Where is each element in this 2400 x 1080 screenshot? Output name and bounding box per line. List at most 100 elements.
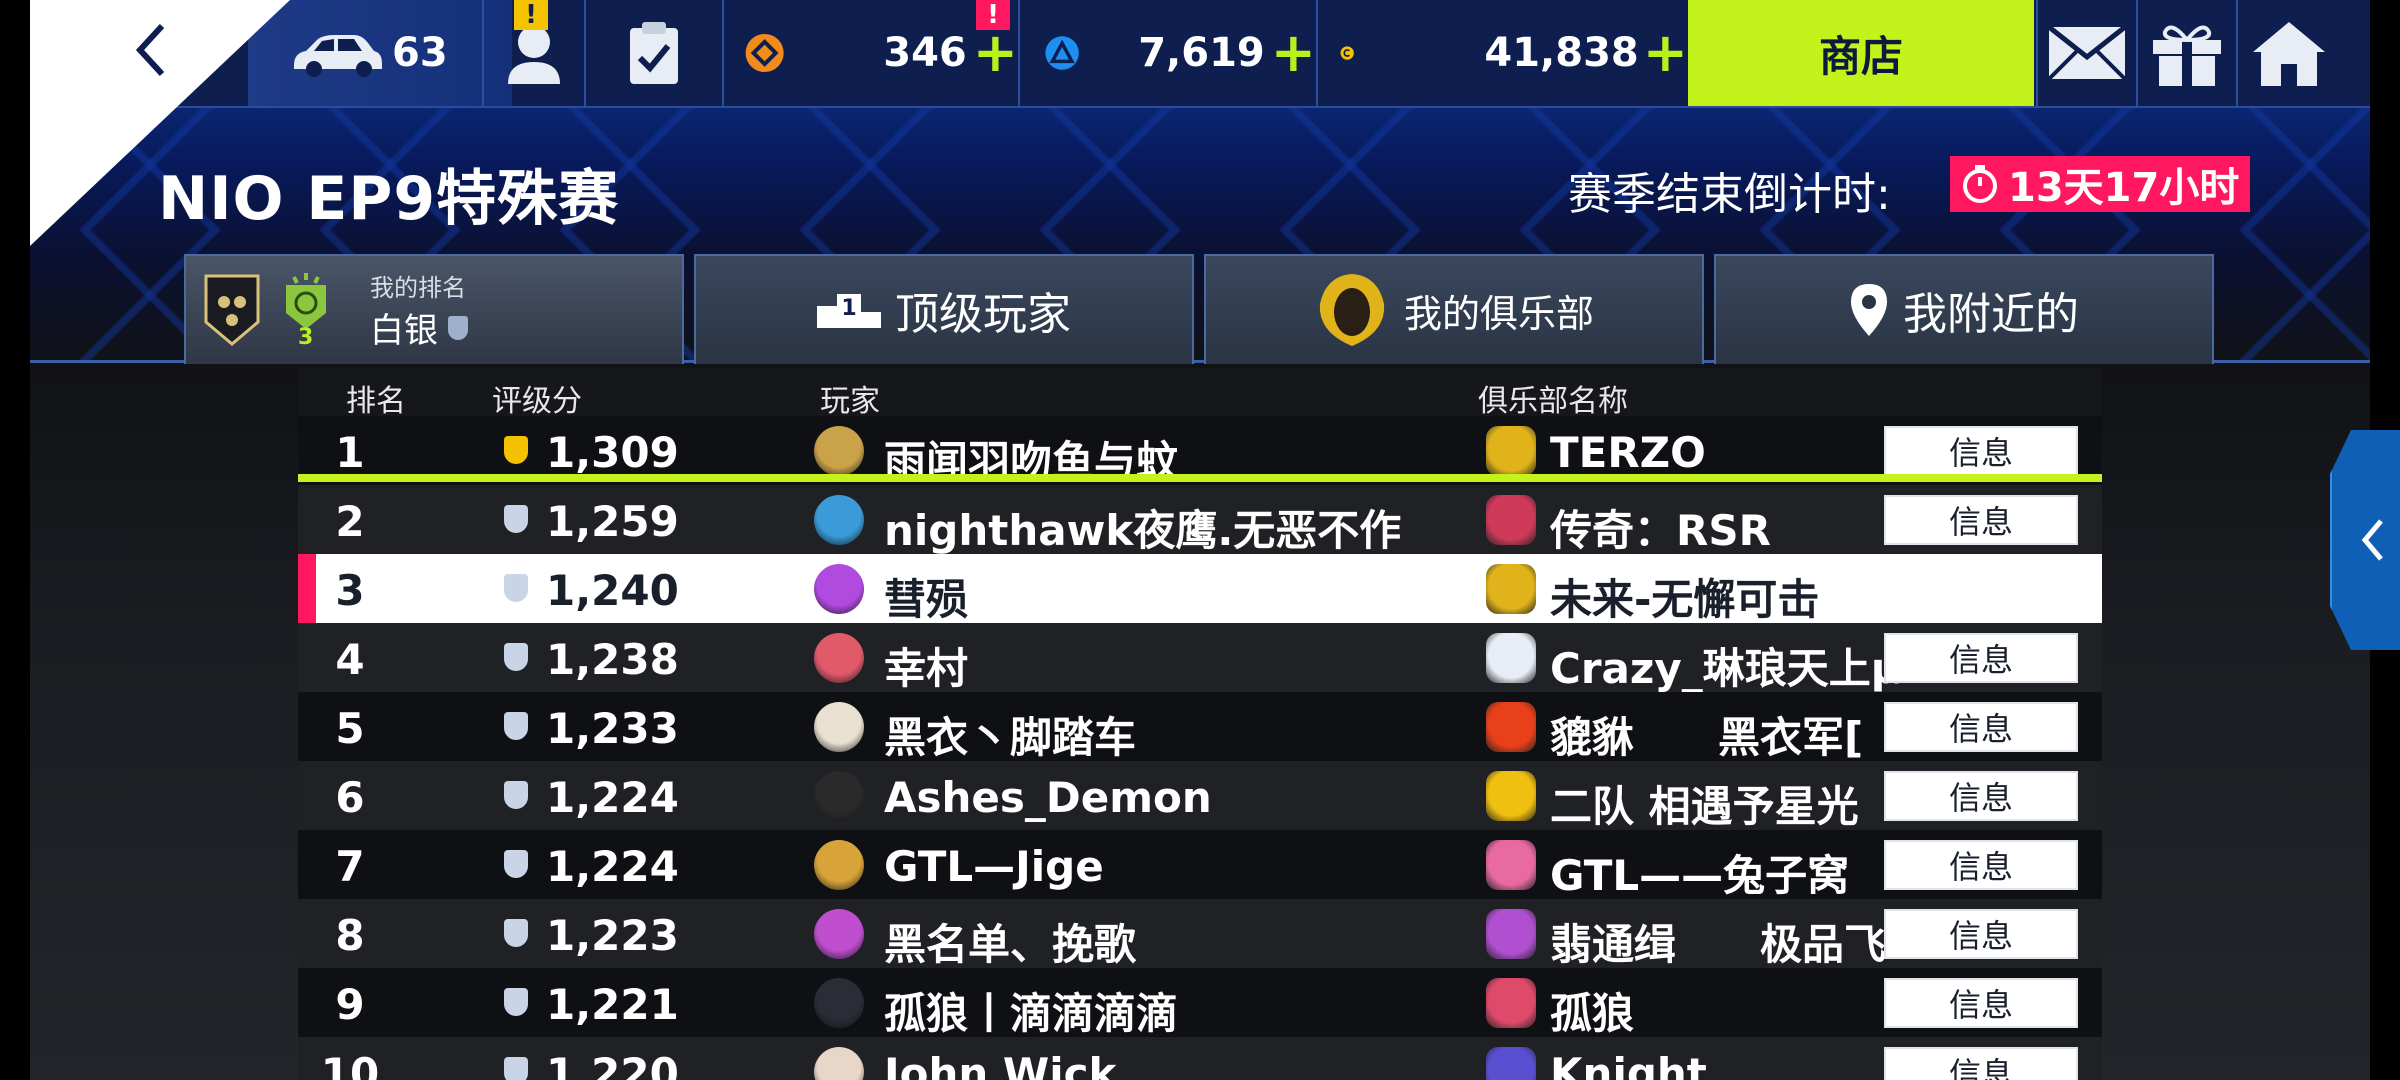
side-panel-toggle[interactable] bbox=[2330, 430, 2400, 650]
rating-shield-icon bbox=[504, 712, 528, 740]
table-row[interactable]: 7 1,224 GTL—Jige GTL——兔子窝 信息 bbox=[298, 830, 2102, 900]
profile-button[interactable]: ! bbox=[482, 0, 584, 106]
location-pin-icon bbox=[1851, 284, 1887, 336]
token-counter[interactable]: 346 + ! bbox=[722, 0, 1018, 106]
info-button[interactable]: 信息 bbox=[1884, 702, 2078, 752]
row-club-name: Crazy_琳琅天上μ bbox=[1550, 644, 1902, 693]
row-score: 1,220 bbox=[546, 1049, 679, 1080]
header-rank: 排名 bbox=[346, 384, 406, 419]
row-score: 1,233 bbox=[546, 704, 679, 753]
row-club-name: TERZO bbox=[1550, 428, 1706, 477]
club-avatar bbox=[1486, 840, 1536, 890]
table-row[interactable]: 5 1,233 黑衣丶脚踏车 貔貅 黑衣军[信息 bbox=[298, 692, 2102, 762]
token-add-button[interactable]: + bbox=[973, 26, 1018, 80]
chevron-left-icon bbox=[135, 23, 165, 77]
info-button[interactable]: 信息 bbox=[1884, 495, 2078, 545]
tokens-alert-badge: ! bbox=[976, 0, 1010, 30]
home-icon bbox=[2253, 22, 2325, 86]
rating-shield-icon bbox=[504, 988, 528, 1016]
table-row[interactable]: 8 1,223 黑名单、挽歌 翡通缉 极品飞车 信息 bbox=[298, 899, 2102, 969]
back-button[interactable] bbox=[120, 20, 180, 80]
table-row[interactable]: 9 1,221 孤狼丨滴滴滴滴 孤狼 信息 bbox=[298, 968, 2102, 1038]
row-rank: 3 bbox=[335, 566, 365, 615]
row-club-name: 未来-无懈可击 bbox=[1550, 575, 1820, 624]
clipboard-check-icon bbox=[630, 22, 678, 84]
info-button[interactable]: 信息 bbox=[1884, 771, 2078, 821]
table-row[interactable]: 10 1,220 John Wick Knight 信息 bbox=[298, 1037, 2102, 1080]
token-count: 346 bbox=[883, 30, 967, 76]
car-icon bbox=[294, 35, 382, 77]
info-button[interactable]: 信息 bbox=[1884, 978, 2078, 1028]
blueprint-counter[interactable]: 7,619 + bbox=[1018, 0, 1316, 106]
row-score: 1,309 bbox=[546, 428, 679, 477]
gift-icon bbox=[2153, 25, 2221, 86]
tab-nearby-label: 我附近的 bbox=[1903, 289, 2079, 340]
header-score: 评级分 bbox=[492, 384, 582, 419]
table-row[interactable]: 3 1,240 彗殒 未来-无懈可击 bbox=[298, 554, 2102, 624]
table-row[interactable]: 4 1,238 幸村 Crazy_琳琅天上μ 信息 bbox=[298, 623, 2102, 693]
club-avatar bbox=[1486, 495, 1536, 545]
rating-shield-icon bbox=[504, 850, 528, 878]
player-avatar bbox=[814, 495, 864, 545]
tab-top-players[interactable]: 1 顶级玩家 bbox=[694, 254, 1194, 364]
info-button[interactable]: 信息 bbox=[1884, 840, 2078, 890]
rating-shield-icon bbox=[504, 505, 528, 533]
club-avatar bbox=[1486, 771, 1536, 821]
shield-icon bbox=[448, 315, 468, 340]
club-avatar bbox=[1486, 1047, 1536, 1080]
row-score: 1,221 bbox=[546, 980, 679, 1029]
player-avatar bbox=[814, 702, 864, 752]
mail-icon bbox=[2047, 25, 2127, 81]
info-button[interactable]: 信息 bbox=[1884, 426, 2078, 476]
row-rank: 10 bbox=[320, 1049, 380, 1080]
home-button[interactable] bbox=[2236, 0, 2340, 106]
leaderboard-header: 排名 评级分 玩家 俱乐部名称 bbox=[298, 368, 2102, 419]
row-rank: 2 bbox=[335, 497, 365, 546]
leaderboard-screen: 63 ! 346 + ! 7,619 + 41,838 + 商店 NIO EP9… bbox=[0, 0, 2400, 1080]
cars-count: 63 bbox=[392, 30, 448, 76]
rating-shield-icon bbox=[504, 436, 528, 464]
player-avatar bbox=[814, 771, 864, 821]
lion-club-icon bbox=[1319, 274, 1385, 346]
row-club-name: Knight bbox=[1550, 1049, 1707, 1080]
table-row[interactable]: 6 1,224 Ashes_Demon 二队 相遇予星光 信息 bbox=[298, 761, 2102, 831]
tab-my-club[interactable]: 我的俱乐部 bbox=[1204, 254, 1704, 364]
rank-level: 3 bbox=[298, 325, 314, 350]
mail-button[interactable] bbox=[2036, 0, 2136, 106]
tasks-button[interactable] bbox=[584, 0, 722, 106]
my-rank-caption: 我的排名 bbox=[370, 274, 466, 302]
gifts-button[interactable] bbox=[2136, 0, 2236, 106]
row-rank: 9 bbox=[335, 980, 365, 1029]
rating-shield-icon bbox=[504, 919, 528, 947]
club-crest-icon bbox=[204, 274, 260, 346]
top-bar: 63 ! 346 + ! 7,619 + 41,838 + 商店 bbox=[30, 0, 2370, 108]
podium-rank: 1 bbox=[837, 294, 861, 328]
tab-my-rank[interactable]: 3 我的排名 白银 bbox=[184, 254, 684, 364]
row-rank: 8 bbox=[335, 911, 365, 960]
info-button[interactable]: 信息 bbox=[1884, 633, 2078, 683]
silver-rank-badge: 3 bbox=[276, 269, 336, 351]
podium-icon: 1 bbox=[817, 292, 881, 328]
blueprint-add-button[interactable]: + bbox=[1271, 26, 1316, 80]
tab-my-club-label: 我的俱乐部 bbox=[1403, 291, 1594, 336]
rating-shield-icon bbox=[504, 781, 528, 809]
row-player-name: 彗殒 bbox=[884, 575, 969, 624]
credits-counter[interactable]: 41,838 + bbox=[1316, 0, 1688, 106]
row-rank: 5 bbox=[335, 704, 365, 753]
profile-alert-badge: ! bbox=[514, 0, 548, 30]
table-row[interactable]: 2 1,259 nighthawk夜鹰.无恶不作 传奇：RSR 信息 bbox=[298, 485, 2102, 555]
token-icon bbox=[745, 33, 784, 73]
shop-button[interactable]: 商店 bbox=[1688, 0, 2034, 106]
garage-counter[interactable]: 63 bbox=[248, 0, 512, 106]
player-avatar bbox=[814, 978, 864, 1028]
credits-add-button[interactable]: + bbox=[1643, 26, 1688, 80]
info-button[interactable]: 信息 bbox=[1884, 909, 2078, 959]
my-rank-tier: 白银 bbox=[370, 303, 468, 352]
my-rank-text: 我的排名 白银 bbox=[370, 268, 468, 352]
info-button[interactable]: 信息 bbox=[1884, 1047, 2078, 1080]
row-rank: 1 bbox=[335, 428, 365, 477]
row-club-name: 传奇：RSR bbox=[1550, 506, 1771, 555]
tab-nearby[interactable]: 我附近的 bbox=[1714, 254, 2214, 364]
tab-top-players-label: 顶级玩家 bbox=[895, 289, 1071, 340]
player-avatar bbox=[814, 564, 864, 614]
